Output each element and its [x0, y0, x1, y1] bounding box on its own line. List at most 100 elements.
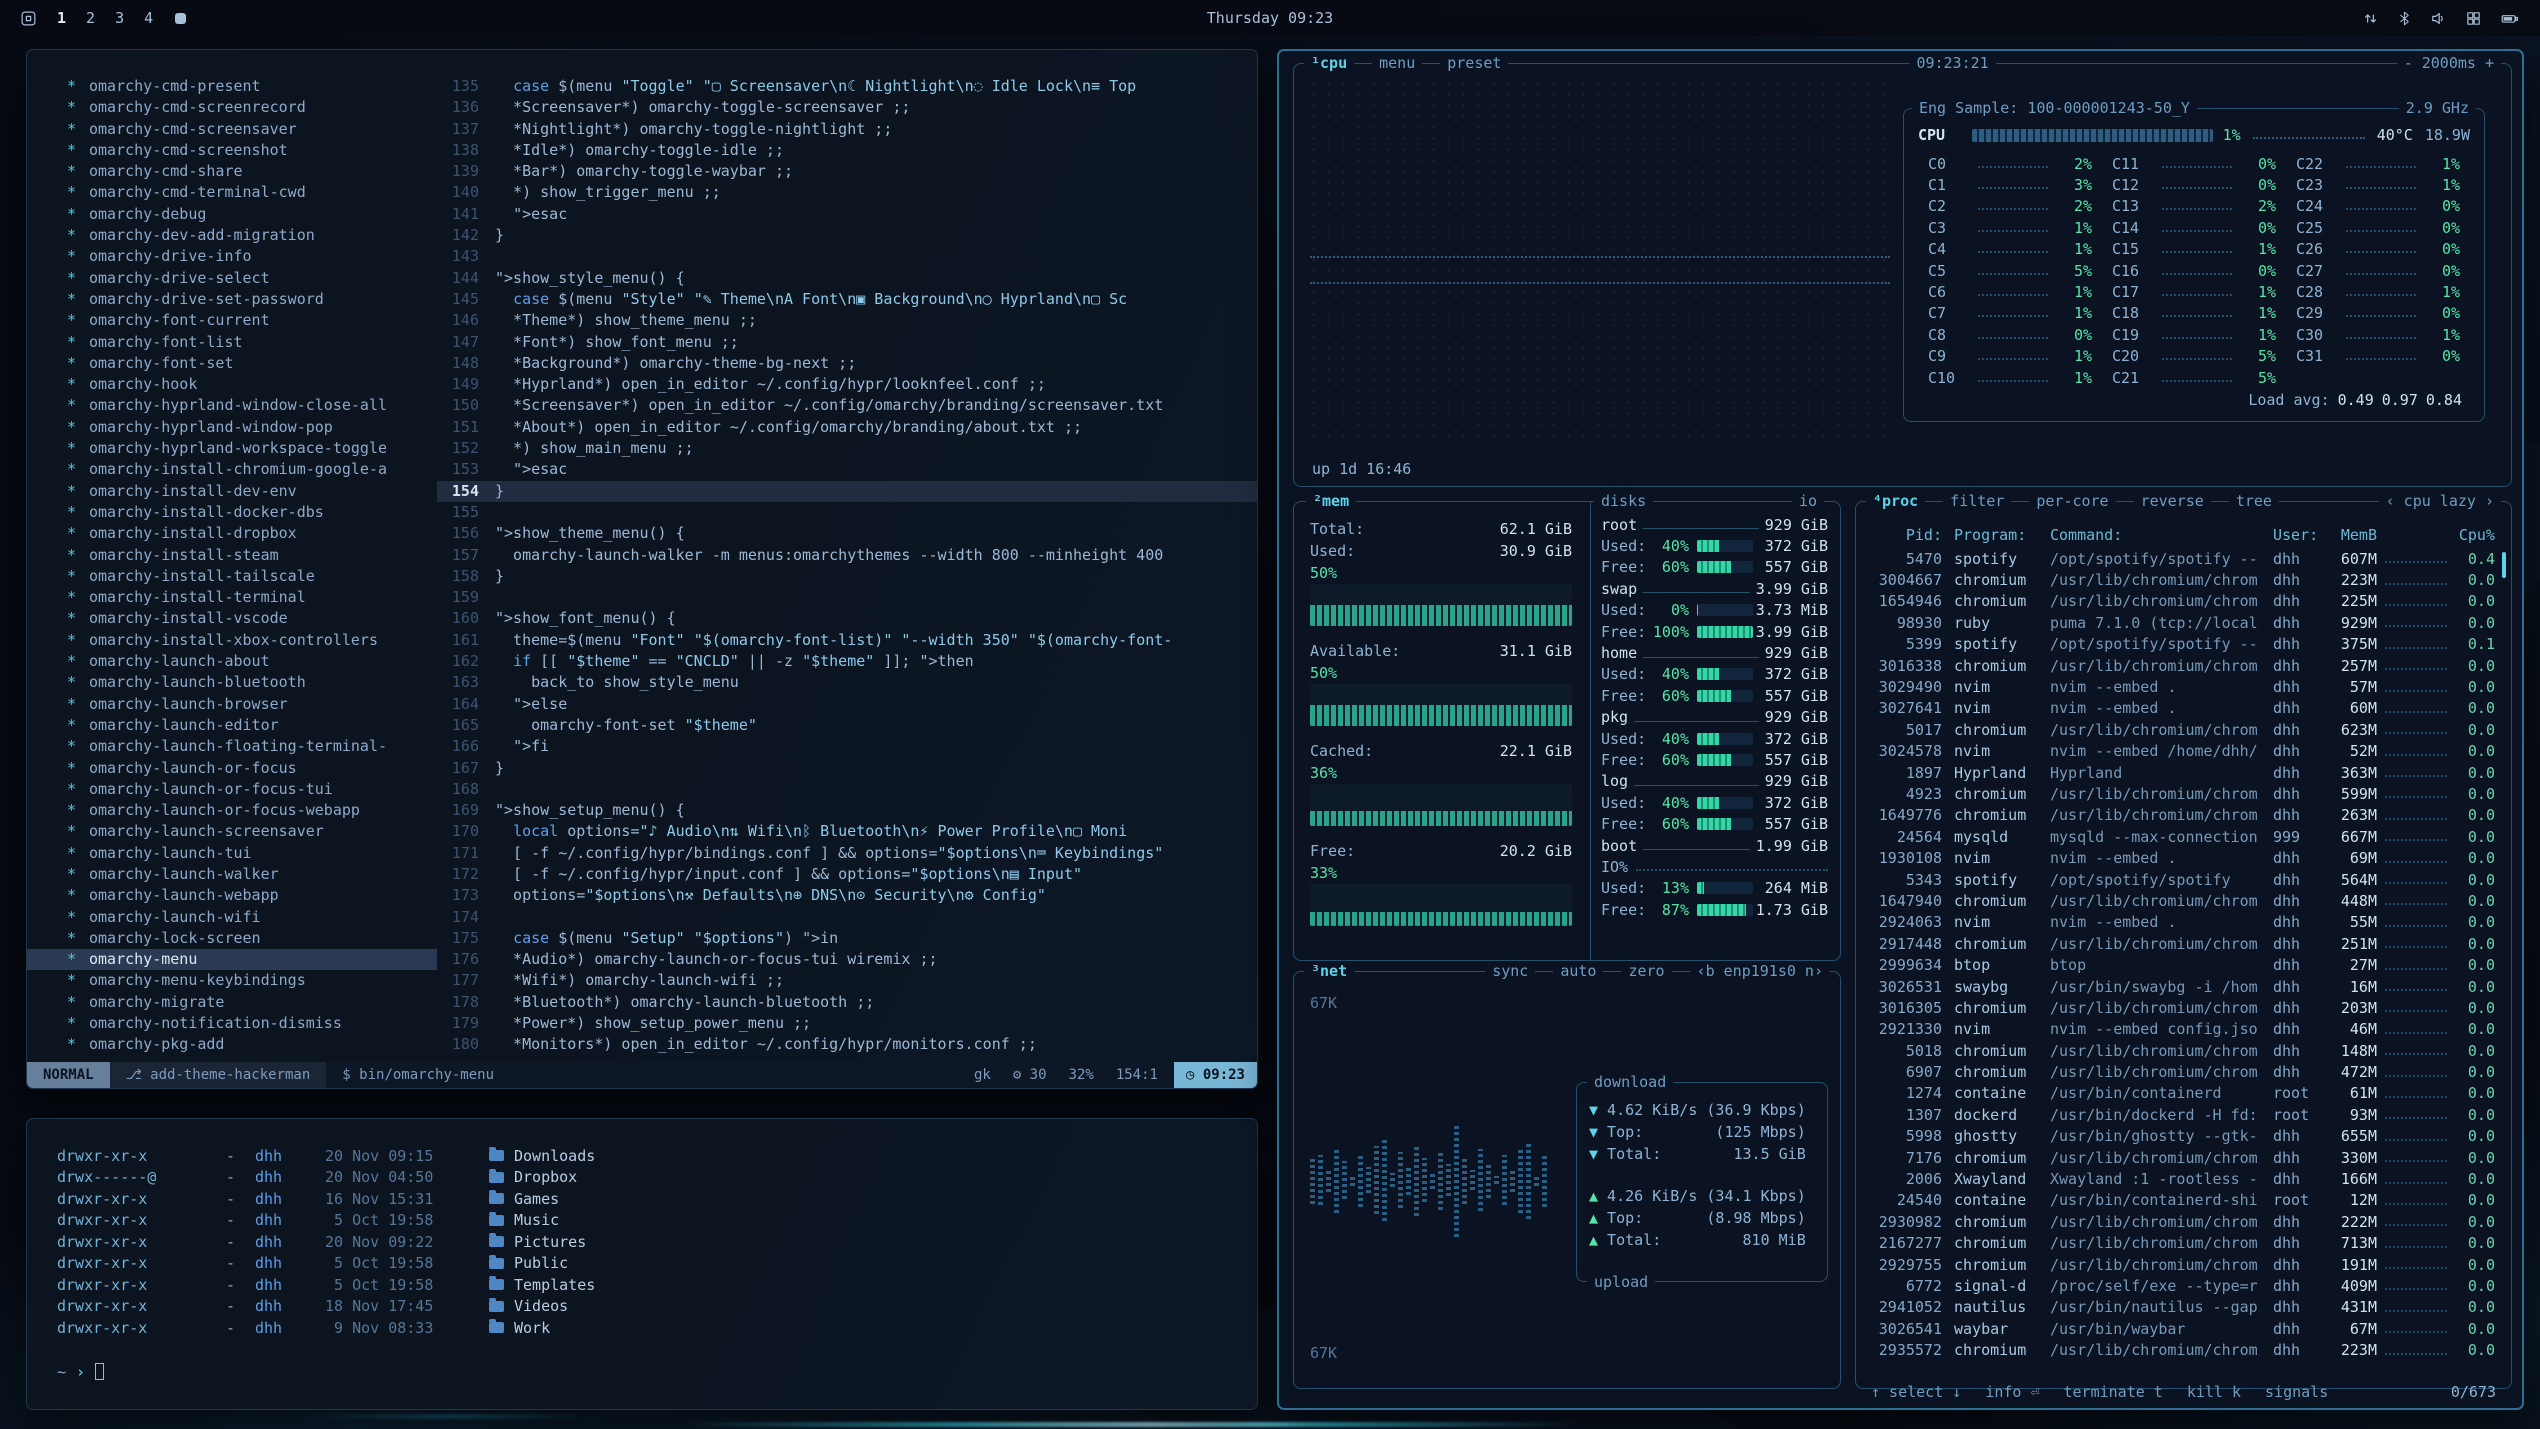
- file-tree-item[interactable]: *omarchy-launch-bluetooth: [27, 672, 437, 693]
- process-scrollbar[interactable]: [2502, 552, 2506, 578]
- process-footer-action[interactable]: signals: [2265, 1383, 2328, 1401]
- list-item[interactable]: drwxr-xr-x-dhh16 Nov 15:31Games: [57, 1188, 1257, 1210]
- volume-icon[interactable]: [2430, 10, 2447, 27]
- arrows-updown-icon[interactable]: [2362, 10, 2379, 27]
- file-tree-item[interactable]: *omarchy-menu-keybindings: [27, 970, 437, 991]
- code-line[interactable]: 162 if [[ "$theme" == "CNCLD" || -z "$th…: [437, 651, 1257, 672]
- file-tree-item[interactable]: *omarchy-cmd-screenshot: [27, 140, 437, 161]
- process-row[interactable]: 5399spotify/opt/spotify/spotify --dhh375…: [1868, 634, 2495, 655]
- code-line[interactable]: 136 *Screensaver*) omarchy-toggle-screen…: [437, 97, 1257, 118]
- process-row[interactable]: 3016338chromium/usr/lib/chromium/chromdh…: [1868, 655, 2495, 676]
- process-row[interactable]: 24540containe/usr/bin/containerd-shiroot…: [1868, 1190, 2495, 1211]
- file-tree-item[interactable]: *omarchy-install-docker-dbs: [27, 502, 437, 523]
- process-row[interactable]: 2929755chromium/usr/lib/chromium/chromdh…: [1868, 1254, 2495, 1275]
- workspace-1[interactable]: 1: [57, 9, 66, 27]
- file-tree-item[interactable]: *omarchy-install-chromium-google-a: [27, 459, 437, 480]
- code-line[interactable]: 158}: [437, 566, 1257, 587]
- file-tree-item[interactable]: *omarchy-hook: [27, 374, 437, 395]
- file-tree-item[interactable]: *omarchy-cmd-share: [27, 161, 437, 182]
- process-footer-action[interactable]: ↑ select ↓: [1871, 1383, 1961, 1401]
- file-tree-item[interactable]: *omarchy-launch-wifi: [27, 907, 437, 928]
- process-row[interactable]: 3029490nvimnvim --embed .dhh57M0.0: [1868, 676, 2495, 697]
- code-line[interactable]: 142}: [437, 225, 1257, 246]
- code-line[interactable]: 138 *Idle*) omarchy-toggle-idle ;;: [437, 140, 1257, 161]
- code-line[interactable]: 150 *Screensaver*) open_in_editor ~/.con…: [437, 395, 1257, 416]
- file-tree-item[interactable]: *omarchy-pkg-add: [27, 1034, 437, 1055]
- process-row[interactable]: 5017chromium/usr/lib/chromium/chromdhh62…: [1868, 719, 2495, 740]
- file-tree-item[interactable]: *omarchy-cmd-terminal-cwd: [27, 182, 437, 203]
- code-line[interactable]: 159: [437, 587, 1257, 608]
- process-row[interactable]: 2999634btopbtopdhh27M0.0: [1868, 954, 2495, 975]
- file-tree-item[interactable]: *omarchy-cmd-screenrecord: [27, 97, 437, 118]
- process-row[interactable]: 1274containe/usr/bin/containerdroot61M0.…: [1868, 1083, 2495, 1104]
- code-line[interactable]: 147 *Font*) show_font_menu ;;: [437, 332, 1257, 353]
- process-row[interactable]: 2921330nvimnvim --embed config.jsodhh46M…: [1868, 1019, 2495, 1040]
- process-footer-action[interactable]: info ⏎: [1985, 1383, 2039, 1401]
- process-row[interactable]: 98930rubypuma 7.1.0 (tcp://localdhh929M0…: [1868, 612, 2495, 633]
- mem-column-header[interactable]: MemB: [2325, 526, 2377, 544]
- menu-button[interactable]: menu: [1372, 53, 1422, 73]
- code-editor[interactable]: 135 case $(menu "Toggle" "▢ Screensaver\…: [437, 76, 1257, 1062]
- code-line[interactable]: 151 *About*) open_in_editor ~/.config/om…: [437, 417, 1257, 438]
- code-line[interactable]: 177 *Wifi*) omarchy-launch-wifi ;;: [437, 970, 1257, 991]
- code-line[interactable]: 170 local options="♪ Audio\n⇅ Wifi\nᛒ Bl…: [437, 821, 1257, 842]
- code-line[interactable]: 167}: [437, 758, 1257, 779]
- process-row[interactable]: 2935572chromium/usr/lib/chromium/chromdh…: [1868, 1339, 2495, 1360]
- process-row[interactable]: 2167277chromium/usr/lib/chromium/chromdh…: [1868, 1233, 2495, 1254]
- code-line[interactable]: 173 options="$options\n⚒ Defaults\n⊕ DNS…: [437, 885, 1257, 906]
- file-tree-item[interactable]: *omarchy-install-xbox-controllers: [27, 630, 437, 651]
- file-tree-item[interactable]: *omarchy-lock-screen: [27, 928, 437, 949]
- code-line[interactable]: 168: [437, 779, 1257, 800]
- list-item[interactable]: drwx------@-dhh20 Nov 04:50Dropbox: [57, 1167, 1257, 1189]
- file-tree-item[interactable]: *omarchy-install-steam: [27, 545, 437, 566]
- code-line[interactable]: 135 case $(menu "Toggle" "▢ Screensaver\…: [437, 76, 1257, 97]
- process-row[interactable]: 1897HyprlandHyprlanddhh363M0.0: [1868, 762, 2495, 783]
- code-line[interactable]: 149 *Hyprland*) open_in_editor ~/.config…: [437, 374, 1257, 395]
- file-tree-item[interactable]: *omarchy-launch-walker: [27, 864, 437, 885]
- code-line[interactable]: 155: [437, 502, 1257, 523]
- process-row[interactable]: 7176chromium/usr/lib/chromium/chromdhh33…: [1868, 1147, 2495, 1168]
- code-line[interactable]: 154}: [437, 481, 1257, 502]
- process-row[interactable]: 3026531swaybg/usr/bin/swaybg -i /homdhh1…: [1868, 976, 2495, 997]
- net-sync-tab[interactable]: sync: [1485, 961, 1535, 981]
- code-line[interactable]: 152 *) show_main_menu ;;: [437, 438, 1257, 459]
- file-tree-item[interactable]: *omarchy-font-current: [27, 310, 437, 331]
- code-line[interactable]: 163 back_to show_style_menu: [437, 672, 1257, 693]
- code-line[interactable]: 166 ">fi: [437, 736, 1257, 757]
- per-core-button[interactable]: per-core: [2029, 491, 2115, 511]
- shell-prompt[interactable]: ~ ›: [57, 1363, 1257, 1381]
- process-footer-action[interactable]: kill k: [2187, 1383, 2241, 1401]
- process-row[interactable]: 6907chromium/usr/lib/chromium/chromdhh47…: [1868, 1061, 2495, 1082]
- process-row[interactable]: 2930982chromium/usr/lib/chromium/chromdh…: [1868, 1211, 2495, 1232]
- process-row[interactable]: 2006XwaylandXwayland :1 -rootless -dhh16…: [1868, 1168, 2495, 1189]
- code-line[interactable]: 144">show_style_menu() {: [437, 268, 1257, 289]
- file-tree-item[interactable]: *omarchy-menu: [27, 949, 437, 970]
- preset-button[interactable]: preset: [1440, 53, 1508, 73]
- code-line[interactable]: 180 *Monitors*) open_in_editor ~/.config…: [437, 1034, 1257, 1055]
- process-row[interactable]: 1307dockerd/usr/bin/dockerd -H fd:root93…: [1868, 1104, 2495, 1125]
- list-item[interactable]: drwxr-xr-x-dhh20 Nov 09:22Pictures: [57, 1231, 1257, 1253]
- file-tree-item[interactable]: *omarchy-launch-or-focus-tui: [27, 779, 437, 800]
- workspace-3[interactable]: 3: [115, 9, 124, 27]
- file-tree-item[interactable]: *omarchy-debug: [27, 204, 437, 225]
- file-tree-item[interactable]: *omarchy-install-tailscale: [27, 566, 437, 587]
- file-tree-item[interactable]: *omarchy-launch-about: [27, 651, 437, 672]
- file-tree-item[interactable]: *omarchy-install-terminal: [27, 587, 437, 608]
- file-tree-item[interactable]: *omarchy-install-dev-env: [27, 481, 437, 502]
- process-row[interactable]: 4923chromium/usr/lib/chromium/chromdhh59…: [1868, 783, 2495, 804]
- tree-button[interactable]: tree: [2229, 491, 2279, 511]
- list-item[interactable]: drwxr-xr-x-dhh 5 Oct 19:58Templates: [57, 1274, 1257, 1296]
- process-row[interactable]: 2941052nautilus/usr/bin/nautilus --gapdh…: [1868, 1297, 2495, 1318]
- code-line[interactable]: 156">show_theme_menu() {: [437, 523, 1257, 544]
- reverse-button[interactable]: reverse: [2134, 491, 2211, 511]
- workspace-2[interactable]: 2: [86, 9, 95, 27]
- code-line[interactable]: 174: [437, 907, 1257, 928]
- workspace-4[interactable]: 4: [144, 9, 153, 27]
- code-line[interactable]: 175 case $(menu "Setup" "$options") ">in: [437, 928, 1257, 949]
- process-row[interactable]: 5018chromium/usr/lib/chromium/chromdhh14…: [1868, 1040, 2495, 1061]
- process-row[interactable]: 1647940chromium/usr/lib/chromium/chromdh…: [1868, 890, 2495, 911]
- file-tree-item[interactable]: *omarchy-hyprland-window-close-all: [27, 395, 437, 416]
- user-column-header[interactable]: User:: [2273, 526, 2325, 544]
- program-column-header[interactable]: Program:: [1954, 526, 2046, 544]
- file-tree-item[interactable]: *omarchy-launch-or-focus: [27, 758, 437, 779]
